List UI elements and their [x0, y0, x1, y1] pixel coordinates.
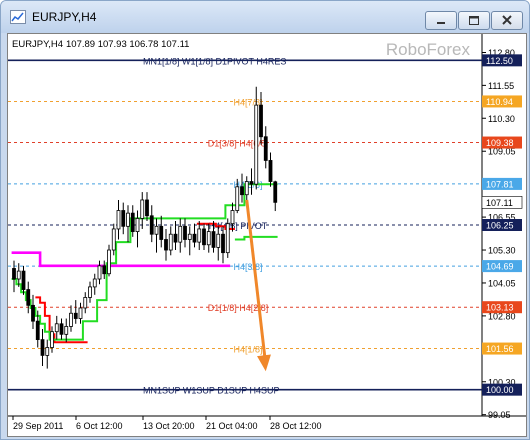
candle-body	[121, 210, 126, 227]
time-label: 21 Oct 04:00	[206, 421, 258, 431]
candle-body	[235, 186, 240, 211]
level-price-badge-label: 103.13	[486, 303, 514, 313]
candle-body	[159, 225, 164, 240]
candle-body	[12, 268, 16, 280]
price-tick-label: 104.05	[488, 278, 516, 288]
candle-body	[173, 233, 178, 243]
level-price-badge-label: 107.81	[486, 179, 514, 189]
price-tick-label: 105.30	[488, 246, 516, 256]
candle-body	[126, 212, 130, 227]
candle-body	[202, 228, 206, 246]
chart-window: EURJPY,H4 EURJPY,H4 107.89 107.93 106.78…	[0, 0, 530, 440]
candle-body	[31, 304, 35, 322]
candle-body	[273, 181, 278, 203]
price-tick-label: 110.30	[488, 114, 515, 124]
chart-area[interactable]: EURJPY,H4 107.89 107.93 106.78 107.11 Ro…	[7, 33, 527, 437]
candle-body	[240, 186, 244, 196]
candle-body	[35, 320, 40, 341]
candle-body	[192, 233, 197, 243]
time-label: 6 Oct 12:00	[76, 421, 123, 431]
candle-body	[254, 104, 259, 185]
minimize-icon	[437, 22, 445, 24]
candle-body	[111, 228, 116, 251]
candle-body	[230, 210, 235, 225]
candle-body	[164, 239, 168, 251]
level-label-7: H4[1/8]	[233, 345, 262, 355]
candle-body	[59, 323, 64, 335]
candle-body	[187, 233, 192, 240]
candle-body	[216, 233, 221, 248]
candle-body	[263, 136, 268, 161]
candle-body	[197, 228, 202, 243]
candle-body	[183, 225, 187, 240]
candle-body	[178, 225, 183, 243]
candle-body	[130, 212, 135, 232]
candle-body	[40, 339, 45, 356]
maximize-button[interactable]	[458, 11, 490, 30]
candle-body	[145, 199, 149, 217]
candle-body	[88, 286, 92, 298]
window-title: EURJPY,H4	[32, 10, 97, 24]
candle-body	[149, 215, 154, 235]
level-price-badge-label: 104.69	[486, 262, 514, 272]
candle-body	[154, 225, 159, 235]
close-button[interactable]	[491, 11, 523, 30]
candle-body	[83, 297, 88, 309]
candle-body	[102, 265, 107, 275]
broker-watermark: RoboForex	[386, 40, 471, 59]
level-price-badge-label: 112.50	[486, 56, 513, 66]
level-price-badge-label: 101.56	[486, 344, 514, 354]
level-label-8: MN1SUP W1SUP D1SUP H4SUP	[143, 386, 280, 396]
candle-body	[45, 347, 50, 356]
candle-body	[97, 265, 102, 280]
candle-body	[107, 249, 111, 275]
candle-body	[244, 181, 249, 196]
candle-body	[249, 181, 254, 185]
level-price-badge-label: 109.38	[486, 138, 514, 148]
price-tick-label: 111.55	[488, 81, 514, 91]
candle-body	[21, 270, 26, 290]
current-price-label: 107.11	[486, 198, 513, 208]
candle-body	[211, 231, 216, 248]
level-label-0: MN1[1/8] W1[1/8] D1PIVOT H4RES	[143, 56, 286, 66]
candle-body	[73, 312, 78, 319]
maximize-icon	[469, 16, 479, 25]
candle-body	[259, 104, 263, 138]
candle-body	[50, 331, 54, 348]
level-label-5: H4[3/8]	[233, 262, 262, 272]
candle-body	[16, 270, 21, 280]
price-chart[interactable]: EURJPY,H4 107.89 107.93 106.78 107.11 Ro…	[8, 34, 526, 436]
ohlc-label: 107.89 107.93 106.78 107.11	[66, 39, 189, 50]
price-tick-label: 99.05	[488, 410, 511, 420]
candle-body	[221, 233, 225, 254]
symbol-label: EURJPY,H4	[12, 39, 63, 50]
level-price-badge-label: 100.00	[486, 385, 514, 395]
title-bar[interactable]: EURJPY,H4	[1, 1, 529, 33]
candle	[225, 218, 230, 258]
candle-body	[54, 323, 59, 333]
time-label: 29 Sep 2011	[13, 421, 63, 431]
candle-body	[64, 326, 69, 335]
candle-body	[168, 233, 173, 251]
candle-body	[225, 223, 230, 254]
close-icon	[502, 15, 512, 25]
candle-body	[78, 307, 83, 319]
chart-app-icon	[10, 10, 26, 24]
time-label: 28 Oct 12:00	[270, 421, 322, 431]
candle-body	[140, 199, 145, 219]
candle-body	[92, 278, 97, 288]
candle-body	[69, 312, 73, 327]
candle-body	[26, 289, 31, 306]
candle-body	[206, 231, 211, 246]
candle-body	[268, 160, 273, 182]
level-label-2: D1[3/8] H4[6/8]	[208, 139, 269, 149]
level-price-badge-label: 110.94	[486, 97, 513, 107]
candle-body	[135, 218, 140, 232]
level-label-1: H4[7/8]	[233, 97, 262, 107]
level-price-badge-label: 106.25	[486, 221, 514, 231]
time-label: 13 Oct 20:00	[143, 421, 195, 431]
candle-body	[116, 210, 121, 230]
minimize-button[interactable]	[425, 11, 457, 30]
